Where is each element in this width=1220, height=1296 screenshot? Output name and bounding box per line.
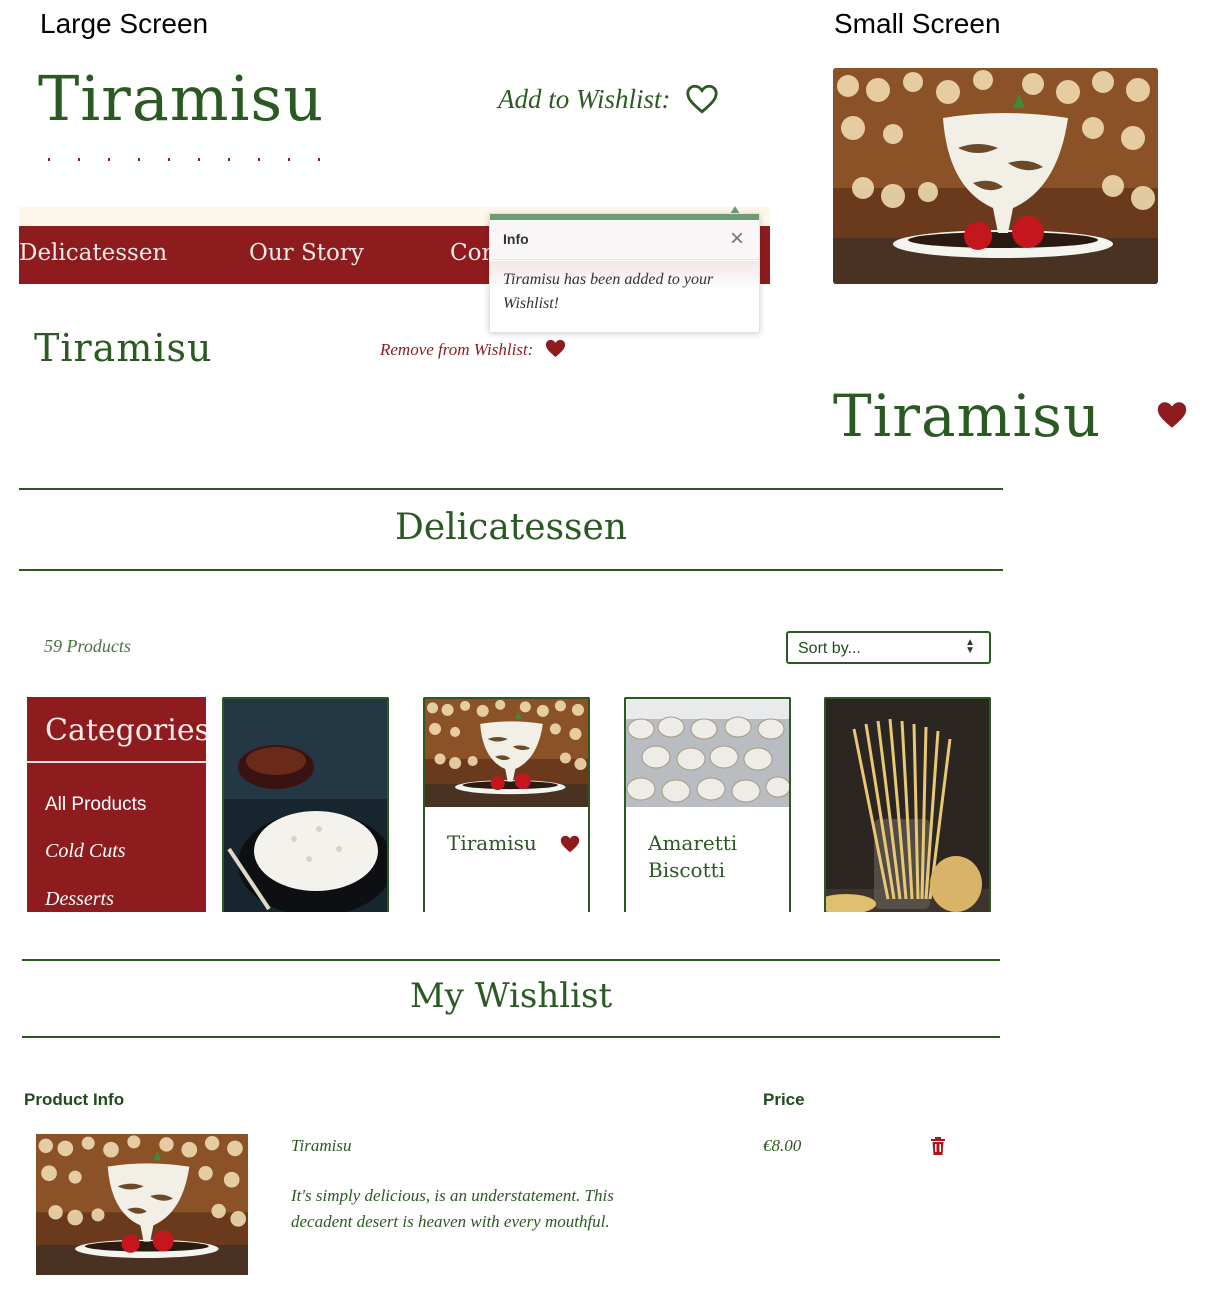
product-title-secondary: Tiramisu xyxy=(34,326,213,370)
wishlist-item-name[interactable]: Tiramisu xyxy=(291,1136,351,1156)
product-image-rice xyxy=(224,699,387,912)
nav-our-story[interactable]: Our Story xyxy=(249,240,364,266)
wishlist-item-description-line2: decadent desert is heaven with every mou… xyxy=(291,1212,610,1231)
divider xyxy=(19,488,1003,490)
product-image-pasta xyxy=(826,699,989,912)
category-cold-cuts[interactable]: Cold Cuts xyxy=(45,840,126,863)
product-card-title-line1: Amaretti xyxy=(648,831,738,855)
product-card-title: Tiramisu xyxy=(447,831,537,855)
categories-panel: Categories All Products Cold Cuts Desser… xyxy=(27,697,210,912)
heart-filled-icon[interactable] xyxy=(1154,398,1190,432)
product-title: Tiramisu xyxy=(38,62,325,135)
nav-delicatessen[interactable]: Delicatessen xyxy=(19,240,167,266)
product-card-tiramisu[interactable]: Tiramisu xyxy=(423,697,590,912)
product-card-pasta[interactable] xyxy=(824,697,991,912)
divider xyxy=(22,1036,1000,1038)
toast-body: Tiramisu has been added to your Wishlist… xyxy=(490,261,759,332)
wishlist-heading: My Wishlist xyxy=(409,976,613,1016)
category-desserts[interactable]: Desserts xyxy=(45,888,114,911)
toast-message-line2: Wishlist! xyxy=(503,295,560,312)
wishlist-item-description-line1: It's simply delicious, is an understatem… xyxy=(291,1186,614,1205)
product-card-amaretti[interactable]: Amaretti Biscotti xyxy=(624,697,791,912)
heart-filled-icon[interactable] xyxy=(558,833,582,855)
product-image-amaretti xyxy=(626,699,789,807)
toast-notification: Info × Tiramisu has been added to your W… xyxy=(489,213,760,332)
delicatessen-heading: Delicatessen xyxy=(394,507,628,548)
toast-header: Info × xyxy=(490,220,759,260)
large-screen-label: Large Screen xyxy=(40,8,209,39)
sort-caret-icon: ▲ ▼ xyxy=(965,637,975,656)
divider xyxy=(22,959,1000,961)
truncated-dots xyxy=(48,158,338,161)
heart-outline-icon[interactable] xyxy=(684,82,720,116)
add-to-wishlist-label[interactable]: Add to Wishlist: xyxy=(498,84,671,115)
toast-title: Info xyxy=(503,231,529,247)
product-image-small-screen xyxy=(833,68,1158,284)
category-all-products[interactable]: All Products xyxy=(45,794,146,816)
categories-heading: Categories xyxy=(45,713,210,748)
heart-filled-icon[interactable] xyxy=(543,337,568,360)
col-header-product-info: Product Info xyxy=(24,1090,125,1109)
toast-message-line1: Tiramisu has been added to your xyxy=(503,271,714,288)
sort-select[interactable]: Sort by... ▲ ▼ xyxy=(786,631,991,664)
remove-from-wishlist-label[interactable]: Remove from Wishlist: xyxy=(380,340,533,360)
small-product-title: Tiramisu xyxy=(833,382,1102,450)
col-header-price: Price xyxy=(763,1090,805,1109)
wishlist-item-image xyxy=(36,1134,248,1275)
product-card-title-line2: Biscotti xyxy=(648,858,726,882)
product-count: 59 Products xyxy=(44,636,131,656)
sort-select-value: Sort by... xyxy=(798,640,861,657)
divider xyxy=(19,569,1003,571)
close-icon[interactable]: × xyxy=(730,225,744,253)
wishlist-item-price: €8.00 xyxy=(763,1136,802,1155)
small-screen-label: Small Screen xyxy=(834,8,1001,39)
trash-icon[interactable] xyxy=(930,1137,946,1155)
categories-divider xyxy=(27,761,206,763)
product-card-rice[interactable] xyxy=(222,697,389,912)
product-image-tiramisu xyxy=(425,699,588,807)
